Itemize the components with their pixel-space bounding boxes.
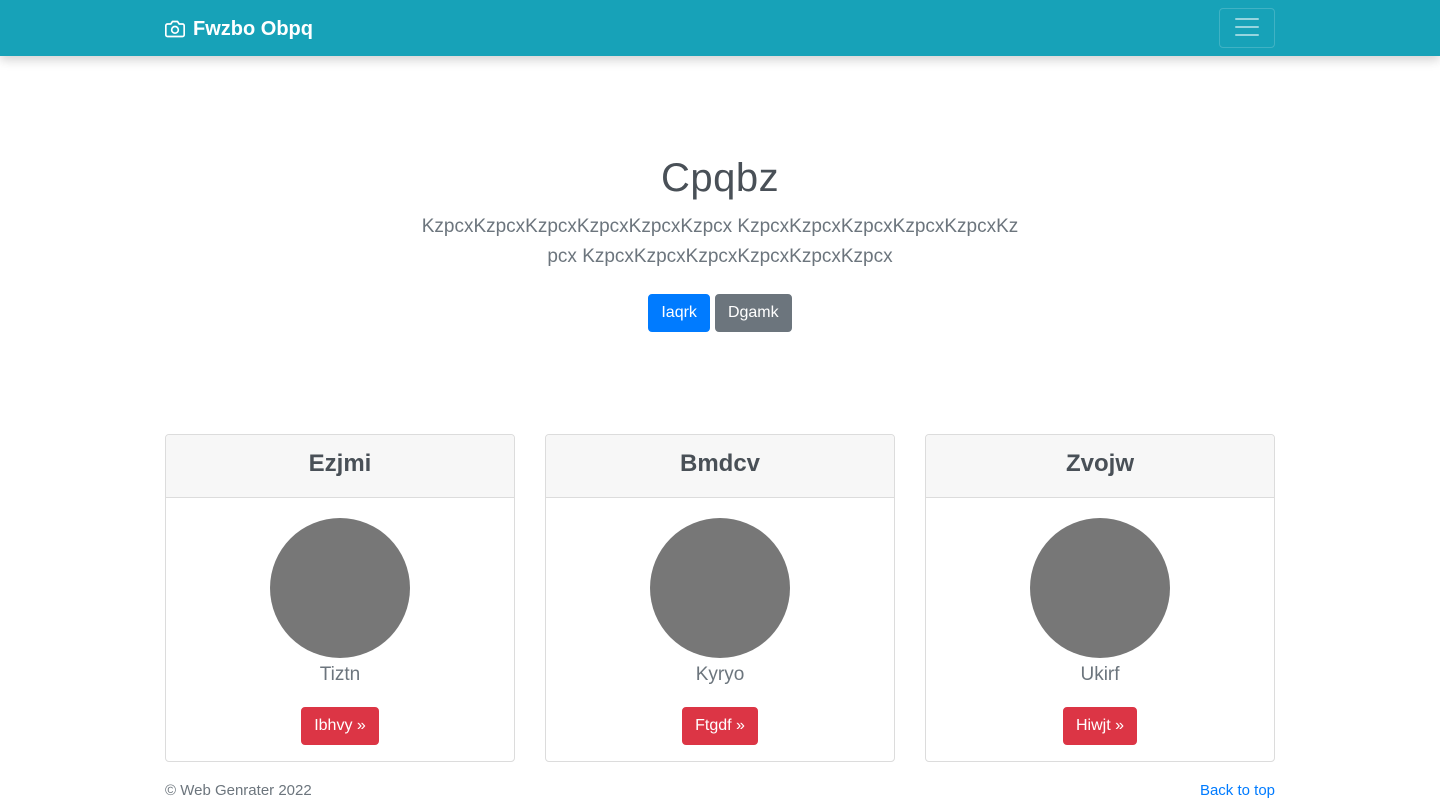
footer-copyright: © Web Genrater 2022 (165, 782, 312, 799)
hamburger-menu-icon (1232, 12, 1262, 45)
card-header: Ezjmi (166, 435, 514, 498)
hero-title: Cpqbz (660, 156, 780, 200)
avatar (650, 518, 790, 658)
card-name: Tiztn (319, 664, 361, 685)
card-header: Bmdcv (546, 435, 894, 498)
card: Zvojw Ukirf Hiwjt » (925, 434, 1275, 762)
avatar (1030, 518, 1170, 658)
navbar-toggler-button[interactable] (1219, 8, 1275, 48)
hero-secondary-button[interactable]: Dgamk (714, 294, 792, 332)
avatar (270, 518, 410, 658)
card-button[interactable]: Hiwjt » (1062, 707, 1137, 745)
hero-section: Cpqbz KzpcxKzpcxKzpcxKzpcxKzpcxKzpcx Kzp… (0, 150, 1440, 332)
card-name: Kyryo (695, 664, 745, 685)
card-header: Zvojw (926, 435, 1274, 498)
card: Ezjmi Tiztn Ibhvy » (165, 434, 515, 762)
card-name: Ukirf (1080, 664, 1120, 685)
hero-lead: KzpcxKzpcxKzpcxKzpcxKzpcxKzpcx KzpcxKzpc… (421, 216, 1019, 267)
hero-buttons: Iaqrk Dgamk (0, 294, 1440, 332)
camera-icon (165, 19, 185, 39)
navbar: Fwzbo Obpq (0, 0, 1440, 56)
navbar-brand[interactable]: Fwzbo Obpq (165, 16, 313, 42)
card: Bmdcv Kyryo Ftgdf » (545, 434, 895, 762)
hero-primary-button[interactable]: Iaqrk (648, 294, 710, 332)
card-button[interactable]: Ftgdf » (682, 707, 758, 745)
brand-label: Fwzbo Obpq (193, 17, 313, 40)
back-to-top-link[interactable]: Back to top (1200, 780, 1275, 802)
card-button[interactable]: Ibhvy » (301, 707, 379, 745)
